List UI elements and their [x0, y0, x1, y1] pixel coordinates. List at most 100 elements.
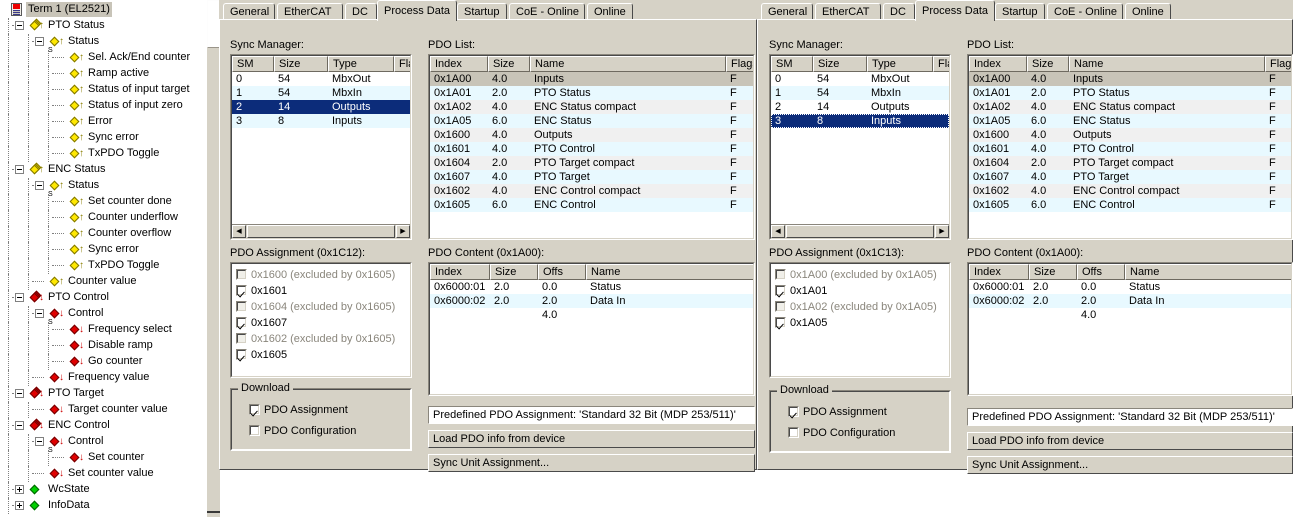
tree-node[interactable]: InfoData [0, 498, 206, 514]
column-header-flags[interactable]: Flags [1265, 56, 1291, 72]
tree-node[interactable]: ↓ Disable ramp [0, 338, 206, 354]
pdo-list[interactable]: IndexSizeNameFlags0x1A004.0InputsF0x1A01… [428, 54, 755, 240]
column-header-index[interactable]: Index [430, 56, 488, 72]
pdo-list-row[interactable]: 0x1A05 6.0 ENC Status F [969, 114, 1291, 128]
tab-general[interactable]: General [223, 3, 275, 20]
sync-unit-assignment-button[interactable]: Sync Unit Assignment... [428, 454, 755, 472]
checkbox-icon[interactable] [249, 425, 260, 436]
tree-node[interactable]: ↑ Counter value [0, 274, 206, 290]
checkbox-icon[interactable] [775, 285, 786, 296]
sync-manager-row[interactable]: 0 54 MbxOut [771, 72, 949, 86]
pdo-list-row[interactable]: 0x1607 4.0 PTO Target F [430, 170, 753, 184]
column-header-flags[interactable]: Flags [394, 56, 410, 72]
pdo-content-list[interactable]: Index Size Offs Name 0x6000:01 2.0 0.0 Status 0x… [428, 262, 755, 396]
predefined-pdo-assignment-field[interactable]: Predefined PDO Assignment: 'Standard 32 … [967, 408, 1293, 426]
collapse-icon[interactable] [35, 309, 44, 318]
scroll-right-arrow-icon[interactable]: ▶ [935, 225, 949, 238]
pdo-content-row[interactable]: 0x6000:01 2.0 0.0 Status [969, 280, 1291, 294]
pdo-assignment-item[interactable]: 0x1A05 [775, 315, 949, 331]
pdo-assignment-item[interactable]: 0x1605 [236, 347, 410, 363]
tree-node[interactable]: ↑ S Status [0, 178, 206, 198]
pdo-list-row[interactable]: 0x1600 4.0 Outputs F [430, 128, 753, 142]
collapse-icon[interactable] [15, 293, 24, 302]
tree-node[interactable]: ↑ Sync error [0, 130, 206, 146]
tab-ethercat[interactable]: EtherCAT [277, 3, 343, 20]
tree-node[interactable]: ↓ Frequency select [0, 322, 206, 338]
checkbox-icon[interactable] [236, 333, 247, 344]
tab-dc[interactable]: DC [883, 3, 915, 20]
pdo-assignment-item[interactable]: 0x1A00 (excluded by 0x1A05) [775, 267, 949, 283]
download-pdo-assignment-row[interactable]: PDO Assignment [788, 406, 887, 418]
scroll-right-arrow-icon[interactable]: ▶ [396, 225, 410, 238]
pdo-content-row[interactable]: 0x6000:02 2.0 2.0 Data In [430, 294, 753, 308]
tab-process-data[interactable]: Process Data [915, 0, 995, 21]
sync-manager-list[interactable]: SMSizeTypeFlags054MbxOut154MbxIn214Outpu… [769, 54, 951, 240]
column-header-sm[interactable]: SM [232, 56, 274, 72]
tabstrip-right[interactable]: General EtherCAT DC Process Data Startup CoE … [757, 0, 1293, 21]
pdo-assignment-list[interactable]: 0x1600 (excluded by 0x1605) 0x1601 0x1604 … [230, 262, 412, 378]
pdo-list[interactable]: IndexSizeNameFlags0x1A004.0InputsF0x1A01… [967, 54, 1293, 240]
tree-node[interactable]: ↓ S Control [0, 306, 206, 326]
tree-node[interactable]: WcState [0, 482, 206, 498]
tree-node[interactable]: ↓ PTO Control [0, 290, 206, 306]
tab-online[interactable]: Online [587, 3, 633, 20]
checkbox-icon[interactable] [236, 301, 247, 312]
tree-node[interactable]: ↓ Target counter value [0, 402, 206, 418]
scroll-left-arrow-icon[interactable]: ◀ [771, 225, 785, 238]
tree-node[interactable]: ↓ PTO Target [0, 386, 206, 402]
pdo-assignment-item[interactable]: 0x1604 (excluded by 0x1605) [236, 299, 410, 315]
pdo-assignment-item[interactable]: 0x1600 (excluded by 0x1605) [236, 267, 410, 283]
scroll-thumb[interactable] [786, 225, 934, 238]
sync-manager-row[interactable]: 3 8 Inputs [232, 114, 410, 128]
tree-node[interactable]: ↑ Counter underflow [0, 210, 206, 226]
collapse-icon[interactable] [15, 165, 24, 174]
pdo-content-row[interactable]: 4.0 [430, 308, 753, 322]
tree-node[interactable]: ↑ ENC Status [0, 162, 206, 178]
sync-manager-row[interactable]: 2 14 Outputs [232, 100, 410, 114]
expand-icon[interactable] [15, 501, 24, 510]
scroll-left-arrow-icon[interactable]: ◀ [232, 225, 246, 238]
pdo-list-row[interactable]: 0x1600 4.0 Outputs F [969, 128, 1291, 142]
pdo-list-row[interactable]: 0x1602 4.0 ENC Control compact F [430, 184, 753, 198]
tree-vertical-scrollbar[interactable] [206, 0, 220, 517]
pdo-list-row[interactable]: 0x1A02 4.0 ENC Status compact F [430, 100, 753, 114]
tabstrip-left[interactable]: General EtherCAT DC Process Data Startup CoE … [219, 0, 757, 21]
load-pdo-info-button[interactable]: Load PDO info from device [967, 432, 1293, 450]
solution-tree-pane[interactable]: Term 1 (EL2521) ↑ PTO Status ↑ S Status ↑ Sel. … [0, 0, 206, 517]
download-pdo-assignment-row[interactable]: PDO Assignment [249, 404, 348, 416]
pdo-content-list[interactable]: Index Size Offs Name 0x6000:01 2.0 0.0 Status 0x… [967, 262, 1293, 396]
checkbox-icon[interactable] [788, 427, 799, 438]
column-header-offs[interactable]: Offs [1077, 264, 1125, 280]
checkbox-icon[interactable] [236, 269, 247, 280]
pdo-assignment-list[interactable]: 0x1A00 (excluded by 0x1A05) 0x1A01 0x1A02 … [769, 262, 951, 378]
column-header-type[interactable]: Type [328, 56, 394, 72]
pdo-list-row[interactable]: 0x1A00 4.0 Inputs F [430, 72, 753, 86]
sync-manager-list[interactable]: SMSizeTypeFlags054MbxOut154MbxIn214Outpu… [230, 54, 412, 240]
pdo-content-row[interactable]: 0x6000:02 2.0 2.0 Data In [969, 294, 1291, 308]
column-header-size[interactable]: Size [274, 56, 328, 72]
pdo-list-row[interactable]: 0x1A02 4.0 ENC Status compact F [969, 100, 1291, 114]
tree-node[interactable]: ↑ Sel. Ack/End counter [0, 50, 206, 66]
tree-node[interactable]: ↑ PTO Status [0, 18, 206, 34]
column-header-flags[interactable]: Flags [726, 56, 753, 72]
collapse-icon[interactable] [15, 389, 24, 398]
tree-node[interactable]: ↑ Sync error [0, 242, 206, 258]
checkbox-icon[interactable] [788, 406, 799, 417]
tab-startup[interactable]: Startup [457, 3, 507, 20]
download-pdo-configuration-row[interactable]: PDO Configuration [249, 425, 356, 437]
tree-node[interactable]: ↑ TxPDO Toggle [0, 258, 206, 274]
pdo-assignment-item[interactable]: 0x1A02 (excluded by 0x1A05) [775, 299, 949, 315]
checkbox-icon[interactable] [236, 349, 247, 360]
tree-node[interactable]: ↑ Error [0, 114, 206, 130]
tab-dc[interactable]: DC [345, 3, 377, 20]
checkbox-icon[interactable] [236, 317, 247, 328]
pdo-list-row[interactable]: 0x1605 6.0 ENC Control F [430, 198, 753, 212]
load-pdo-info-button[interactable]: Load PDO info from device [428, 430, 755, 448]
checkbox-icon[interactable] [775, 301, 786, 312]
tree-node[interactable]: ↑ Set counter done [0, 194, 206, 210]
column-header-name[interactable]: Name [1069, 56, 1265, 72]
predefined-pdo-assignment-field[interactable]: Predefined PDO Assignment: 'Standard 32 … [428, 406, 755, 424]
collapse-icon[interactable] [35, 37, 44, 46]
pdo-list-row[interactable]: 0x1607 4.0 PTO Target F [969, 170, 1291, 184]
pdo-content-row[interactable]: 4.0 [969, 308, 1291, 322]
